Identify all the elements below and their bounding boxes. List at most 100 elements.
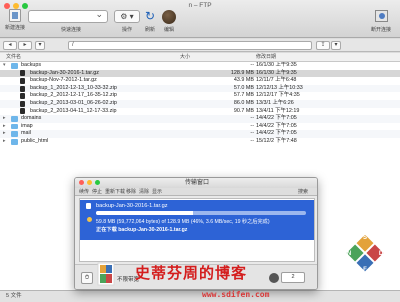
file-size: 57.0 MB (233, 84, 254, 91)
disclosure-closed-icon[interactable]: ▸ (3, 138, 6, 146)
chevron-down-icon: ▾ (334, 42, 338, 48)
folder-icon (11, 63, 18, 69)
file-name: backups (21, 62, 42, 68)
file-size: 128.9 MB (230, 69, 254, 76)
column-header: 文件名 大小 修改日期 (0, 53, 400, 62)
watermark-logo: S D F N (346, 234, 384, 273)
archive-file-icon (20, 108, 25, 115)
column-filename[interactable]: 文件名 (6, 53, 21, 62)
file-name: backup_2_2013-03-01_06-26-02.zip (30, 100, 117, 106)
search-label[interactable]: 搜索 (298, 188, 308, 196)
file-modified: 14/4/22 下午7:05 (256, 130, 297, 137)
file-size: 57.7 MB (233, 92, 254, 99)
minimize-transfer-button[interactable] (87, 180, 92, 185)
quick-connect-label: 快速连接 (60, 27, 81, 33)
path-menu-button[interactable]: ▾ (331, 41, 341, 50)
toolbar: n – FTP 新建连接 快速连接 ⚙ ▾ 操作 ↻ 刷新 编辑 断开连接 (0, 0, 400, 38)
gear-icon: ⚙ ▾ (120, 12, 134, 21)
file-row[interactable]: backup_2_2012-12-17_16-35-12.zip 57.7 MB 1… (0, 92, 400, 100)
parent-folder-button[interactable]: ⇪ (316, 41, 330, 50)
folder-icon (11, 131, 18, 137)
column-size[interactable]: 大小 (180, 53, 190, 62)
connections-stepper[interactable]: 2 (281, 272, 305, 283)
file-name: backup-Nov-7-2012-1.tar.gz (30, 77, 97, 84)
quick-connect-select[interactable] (28, 9, 108, 23)
disconnect-label: 断开连接 (370, 27, 391, 33)
file-name: public_html (21, 138, 49, 144)
file-row[interactable]: backup_2_2013-03-01_06-26-02.zip 86.0 MB 1… (0, 100, 400, 108)
new-connection-button[interactable]: 新建连接 (2, 9, 28, 31)
archive-file-icon (20, 100, 25, 107)
watermark-url: www.sdifen.com (202, 290, 270, 299)
action-label: 操作 (121, 27, 132, 33)
file-size: -- (250, 130, 254, 137)
file-size: -- (250, 122, 254, 129)
column-modified[interactable]: 修改日期 (256, 53, 276, 62)
transfer-list[interactable]: backup-Jan-30-2016-1.tar.gz 59.8 MB (59,… (79, 198, 315, 262)
remove-button[interactable]: 移除 (126, 188, 136, 196)
file-row[interactable]: ▸ domains -- 14/4/22 下午7:05 (0, 115, 400, 123)
file-size: -- (250, 138, 254, 144)
file-name: imap (21, 122, 33, 129)
refresh-button[interactable]: ↻ (142, 9, 158, 23)
file-row[interactable]: ▸ public_html -- 15/12/2 下午7:48 (0, 138, 400, 146)
watermark-mini-logo (97, 262, 115, 286)
resume-button[interactable]: 续传 (79, 188, 89, 196)
back-button[interactable]: ◂ (3, 41, 17, 50)
file-size: -- (250, 62, 254, 68)
file-row[interactable]: backup_1_2012-12-13_10-33-32.zip 57.0 MB 1… (0, 84, 400, 93)
logo-letter-f: F (363, 267, 367, 273)
transfer-file-name: backup-Jan-30-2016-1.tar.gz (96, 203, 168, 209)
disclosure-closed-icon[interactable]: ▸ (3, 115, 6, 123)
folder-icon (11, 116, 18, 122)
file-row[interactable]: ▸ mail -- 14/4/22 下午7:05 (0, 130, 400, 138)
chevron-down-icon: ▾ (38, 42, 42, 48)
pause-toggle-button[interactable]: ⏱ (81, 272, 93, 284)
file-size: 86.0 MB (233, 100, 254, 106)
file-row[interactable]: backup-Nov-7-2012-1.tar.gz 43.9 MB 12/11/7… (0, 77, 400, 85)
path-bar: ◂ ▸ ▾ / ⇪ ▾ (0, 39, 400, 52)
file-row[interactable]: backup_2_2013-04-11_12-17-33.zip 90.7 MB 1… (0, 108, 400, 116)
transfer-status: 正在下载 backup-Jan-30-2016-1.tar.gz (96, 227, 188, 233)
history-menu-button[interactable]: ▾ (35, 41, 45, 50)
edit-label: 编辑 (163, 27, 174, 33)
archive-file-icon (20, 70, 25, 77)
transfer-progress-bar (96, 211, 306, 215)
folder-icon (11, 123, 18, 130)
path-select[interactable]: / (68, 41, 312, 50)
file-row[interactable]: ▸ imap -- 14/4/22 下午7:05 (0, 123, 400, 131)
disconnect-icon (374, 10, 388, 22)
file-row[interactable]: ▾ backups -- 16/1/30 上午9:35 (0, 62, 400, 70)
redownload-button[interactable]: 重新下载 (105, 188, 125, 196)
transfer-title-bar: 传输窗口 (75, 178, 317, 188)
file-modified: 13/3/1 上午6:26 (256, 100, 294, 106)
file-modified: 15/12/2 下午7:48 (256, 138, 297, 144)
file-size: 90.7 MB (233, 107, 254, 114)
file-name: backup_2_2012-12-17_16-35-12.zip (30, 92, 117, 99)
archive-file-icon (20, 85, 25, 92)
show-button[interactable]: 显示 (152, 188, 162, 196)
logo-letter-s: S (363, 235, 367, 241)
transfer-progress-fill (96, 211, 193, 215)
file-row[interactable]: backup-Jan-30-2016-1.tar.gz 128.9 MB 16/1/… (0, 69, 400, 78)
file-icon (86, 203, 91, 209)
file-modified: 12/12/17 下午4:35 (256, 92, 300, 99)
stop-button[interactable]: 停止 (92, 188, 102, 196)
transfer-item[interactable]: backup-Jan-30-2016-1.tar.gz 59.8 MB (59,… (80, 200, 314, 240)
new-connection-icon (9, 9, 21, 22)
transfer-detail: 59.8 MB (59,772,064 bytes) of 128.9 MB (… (96, 219, 270, 225)
disconnect-button[interactable] (374, 10, 388, 23)
edit-button[interactable] (162, 10, 176, 24)
disclosure-closed-icon[interactable]: ▸ (3, 130, 6, 138)
disclosure-open-icon[interactable]: ▾ (3, 62, 6, 70)
close-transfer-button[interactable] (79, 180, 84, 185)
watermark-text: 史蒂芬周的博客 (135, 264, 248, 282)
zoom-transfer-button[interactable] (95, 180, 100, 185)
folder-icon (11, 139, 18, 145)
forward-button[interactable]: ▸ (18, 41, 32, 50)
new-connection-label: 新建连接 (4, 25, 25, 31)
clear-button[interactable]: 清除 (139, 188, 149, 196)
action-menu-button[interactable]: ⚙ ▾ (114, 10, 140, 23)
disclosure-closed-icon[interactable]: ▸ (3, 123, 6, 131)
file-name: domains (21, 115, 42, 122)
